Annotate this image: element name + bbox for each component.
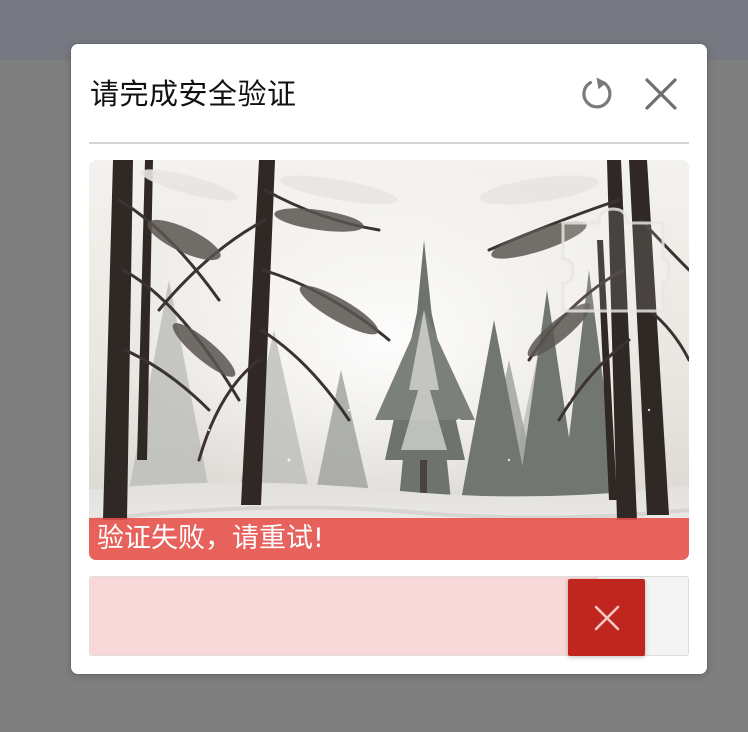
security-verification-dialog: 请完成安全验证 验证失败，请重试! bbox=[71, 44, 707, 674]
header-divider bbox=[89, 142, 689, 144]
verification-error-banner: 验证失败，请重试! bbox=[89, 518, 689, 560]
refresh-icon bbox=[582, 77, 612, 109]
slider-progress-fill bbox=[90, 577, 598, 655]
captcha-image: 验证失败，请重试! bbox=[89, 160, 689, 560]
puzzle-slot-outline bbox=[561, 207, 671, 313]
dialog-title: 请完成安全验证 bbox=[90, 77, 297, 111]
close-button[interactable] bbox=[638, 71, 684, 117]
cross-icon bbox=[594, 605, 619, 630]
refresh-button[interactable] bbox=[574, 71, 620, 117]
slider-handle[interactable] bbox=[568, 579, 645, 656]
close-icon bbox=[645, 78, 677, 110]
